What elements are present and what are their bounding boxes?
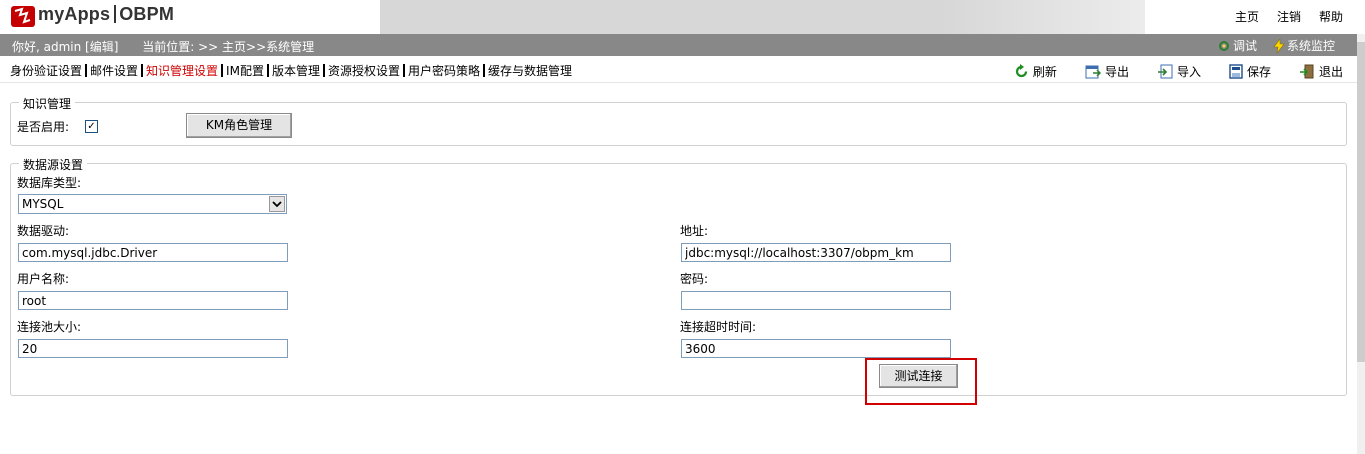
logo-icon [11, 6, 35, 27]
refresh-button[interactable]: 刷新 [1014, 63, 1057, 80]
save-button[interactable]: 保存 [1229, 63, 1271, 80]
username-input[interactable] [18, 291, 288, 310]
exit-label: 退出 [1318, 65, 1343, 79]
refresh-icon [1015, 64, 1028, 78]
datasource-legend: 数据源设置 [19, 156, 88, 173]
settings-tabs: 身份验证设置 邮件设置 知识管理设置 IM配置 版本管理 资源授权设置 用户密码… [10, 62, 572, 79]
tab-version[interactable]: 版本管理 [272, 62, 320, 79]
username-label: 用户名称: [17, 272, 70, 286]
db-type-select[interactable]: MYSQL [18, 194, 287, 214]
system-monitor-button[interactable]: 系统监控 [1273, 37, 1335, 54]
tab-knowledge[interactable]: 知识管理设置 [146, 62, 218, 79]
url-input[interactable] [681, 243, 951, 262]
breadcrumb: 当前位置: >> 主页>>系统管理 [142, 40, 315, 54]
logout-link[interactable]: 注销 [1277, 8, 1301, 25]
save-label: 保存 [1246, 65, 1271, 79]
timeout-input[interactable] [681, 339, 951, 358]
chevron-down-icon [269, 196, 285, 212]
url-label: 地址: [680, 224, 709, 238]
km-enable-label: 是否启用: [17, 120, 70, 134]
gear-icon [1218, 40, 1229, 51]
exit-icon [1299, 64, 1314, 79]
tab-divider [266, 64, 269, 77]
export-label: 导出 [1104, 65, 1129, 79]
header-banner-fade [940, 0, 1145, 34]
scrollbar[interactable] [1357, 34, 1365, 454]
pool-size-input[interactable] [18, 339, 288, 358]
test-connection-button[interactable]: 测试连接 [879, 364, 958, 388]
km-legend: 知识管理 [19, 95, 76, 112]
home-link[interactable]: 主页 [1235, 8, 1259, 25]
toolbar: 刷新 导出 导入 保存 退出 [1014, 63, 1343, 80]
help-link[interactable]: 帮助 [1319, 8, 1343, 25]
header-banner [380, 0, 940, 34]
top-links: 主页 注销 帮助 [1235, 8, 1343, 25]
tab-im[interactable]: IM配置 [226, 62, 264, 79]
debug-button[interactable]: 调试 [1217, 37, 1257, 54]
tab-divider [483, 64, 485, 77]
db-type-label: 数据库类型: [17, 176, 82, 190]
km-enable-checkbox[interactable]: ✓ [85, 120, 98, 133]
import-button[interactable]: 导入 [1157, 63, 1201, 80]
debug-label: 调试 [1232, 39, 1257, 53]
tab-mail[interactable]: 邮件设置 [90, 62, 138, 79]
exit-button[interactable]: 退出 [1299, 63, 1343, 80]
tab-divider-line [0, 82, 1365, 83]
driver-input[interactable] [18, 243, 288, 262]
tab-divider [322, 64, 325, 77]
timeout-label: 连接超时时间: [680, 320, 757, 334]
tab-divider [85, 64, 88, 77]
tab-auth[interactable]: 身份验证设置 [10, 62, 82, 79]
db-type-value: MYSQL [22, 197, 64, 211]
top-header: myApps OBPM 主页 注销 帮助 [0, 0, 1365, 34]
logo: myApps OBPM [38, 4, 175, 24]
export-button[interactable]: 导出 [1085, 63, 1129, 80]
pool-size-label: 连接池大小: [17, 320, 82, 334]
tab-resource-auth[interactable]: 资源授权设置 [328, 62, 400, 79]
greeting-text[interactable]: 你好, admin [编辑] [12, 40, 118, 54]
password-input[interactable] [681, 291, 951, 310]
tab-password-policy[interactable]: 用户密码策略 [408, 62, 480, 79]
save-icon [1229, 64, 1243, 79]
import-label: 导入 [1176, 65, 1201, 79]
password-label: 密码: [680, 272, 709, 286]
lightning-icon [1273, 38, 1285, 53]
tab-cache-data[interactable]: 缓存与数据管理 [488, 62, 572, 79]
monitor-label: 系统监控 [1286, 39, 1335, 53]
tab-divider [402, 64, 405, 77]
tab-divider [221, 64, 224, 77]
status-bar: 你好, admin [编辑] 当前位置: >> 主页>>系统管理 调试 系统监控 [0, 34, 1365, 56]
import-icon [1157, 64, 1173, 79]
export-icon [1085, 65, 1101, 79]
scrollbar-thumb[interactable] [1357, 42, 1365, 362]
driver-label: 数据驱动: [17, 224, 70, 238]
refresh-label: 刷新 [1032, 65, 1057, 79]
km-role-button[interactable]: KM角色管理 [186, 113, 292, 138]
tab-divider [141, 64, 144, 77]
